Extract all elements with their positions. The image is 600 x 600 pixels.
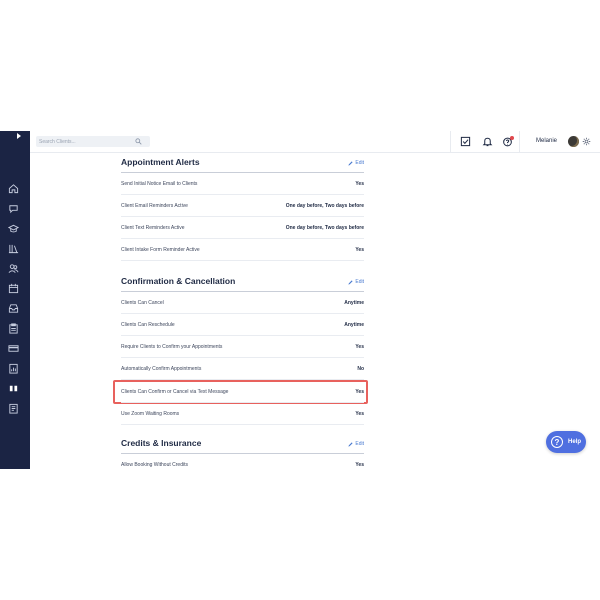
- setting-value: No: [357, 366, 364, 372]
- setting-row: Clients Can Cancel Anytime: [121, 292, 364, 314]
- billing-icon[interactable]: [8, 343, 19, 354]
- section-title-appointment-alerts: Appointment Alerts: [121, 157, 200, 167]
- setting-label: Allow Booking Without Credits: [121, 462, 188, 468]
- setting-label: Require Clients to Confirm your Appointm…: [121, 344, 223, 350]
- setting-label: Clients Can Cancel: [121, 300, 164, 306]
- setting-label: Send Initial Notice Email to Clients: [121, 181, 198, 187]
- search-box[interactable]: [36, 136, 150, 147]
- topbar-divider: [450, 131, 451, 153]
- setting-label: Client Text Reminders Active: [121, 225, 185, 231]
- pencil-icon: [348, 441, 353, 447]
- education-icon[interactable]: [8, 223, 19, 234]
- question-icon: ?: [551, 436, 563, 448]
- home-icon[interactable]: [8, 183, 19, 194]
- setting-row: Automatically Confirm Appointments No: [121, 358, 364, 380]
- setting-row: Clients Can Reschedule Anytime: [121, 314, 364, 336]
- section-title-confirmation-cancellation: Confirmation & Cancellation: [121, 276, 236, 286]
- edit-label: Edit: [355, 441, 364, 447]
- setting-row-text-message[interactable]: Clients Can Confirm or Cancel via Text M…: [121, 381, 364, 403]
- library-icon[interactable]: [8, 243, 19, 254]
- gear-icon[interactable]: [582, 137, 591, 146]
- setting-row: Send Initial Notice Email to Clients Yes: [121, 173, 364, 195]
- clipboard-icon[interactable]: [8, 323, 19, 334]
- setting-label: Clients Can Reschedule: [121, 322, 175, 328]
- setting-label: Automatically Confirm Appointments: [121, 366, 202, 372]
- setting-value: Yes: [355, 462, 364, 468]
- help-center-icon[interactable]: [502, 136, 514, 147]
- sidebar-toggle-icon[interactable]: [17, 133, 21, 139]
- setting-row: Client Email Reminders Active One day be…: [121, 195, 364, 217]
- task-checkbox-icon[interactable]: [460, 136, 471, 147]
- search-icon[interactable]: [135, 138, 142, 145]
- setting-value: Yes: [355, 247, 364, 253]
- setting-label: Client Email Reminders Active: [121, 203, 188, 209]
- bell-icon[interactable]: [482, 136, 493, 147]
- edit-label: Edit: [355, 160, 364, 166]
- setting-value: One day before, Two days before: [285, 203, 364, 209]
- help-label: Help: [568, 439, 582, 445]
- setting-value: Yes: [355, 344, 364, 350]
- calendar-icon[interactable]: [8, 283, 19, 294]
- reports-icon[interactable]: [8, 363, 19, 374]
- clients-icon[interactable]: [8, 263, 19, 274]
- chat-icon[interactable]: [8, 203, 19, 214]
- team-icon[interactable]: [8, 383, 19, 394]
- setting-row: Use Zoom Waiting Rooms Yes: [121, 403, 364, 425]
- edit-confirmation-cancellation-button[interactable]: Edit: [348, 279, 364, 285]
- edit-label: Edit: [355, 279, 364, 285]
- setting-row: Require Clients to Confirm your Appointm…: [121, 336, 364, 358]
- setting-value: Yes: [355, 389, 364, 395]
- setting-label: Clients Can Confirm or Cancel via Text M…: [121, 389, 229, 395]
- topbar-divider: [519, 131, 520, 153]
- documents-icon[interactable]: [8, 403, 19, 414]
- inbox-icon[interactable]: [8, 303, 19, 314]
- notification-dot: [510, 136, 514, 140]
- section-title-credits-insurance: Credits & Insurance: [121, 438, 202, 448]
- pencil-icon: [348, 160, 353, 166]
- app-window: Melanie Appointment Alerts Edit Send Ini…: [0, 131, 600, 469]
- search-input[interactable]: [39, 136, 131, 147]
- setting-value: One day before, Two days before: [285, 225, 364, 231]
- pencil-icon: [348, 279, 353, 285]
- setting-label: Use Zoom Waiting Rooms: [121, 411, 180, 417]
- setting-value: Anytime: [344, 300, 364, 306]
- help-button[interactable]: ? Help: [546, 431, 586, 453]
- setting-label: Client Intake Form Reminder Active: [121, 247, 200, 253]
- setting-row: Client Text Reminders Active One day bef…: [121, 217, 364, 239]
- avatar[interactable]: [568, 136, 579, 147]
- setting-value: Yes: [355, 411, 364, 417]
- setting-value: Anytime: [344, 322, 364, 328]
- sidebar: [0, 131, 30, 469]
- top-bar: Melanie: [30, 131, 600, 153]
- edit-appointment-alerts-button[interactable]: Edit: [348, 160, 364, 166]
- setting-row: Client Intake Form Reminder Active Yes: [121, 239, 364, 261]
- setting-row: Allow Booking Without Credits Yes: [121, 454, 364, 469]
- user-name[interactable]: Melanie: [536, 138, 557, 144]
- setting-value: Yes: [355, 181, 364, 187]
- edit-credits-insurance-button[interactable]: Edit: [348, 441, 364, 447]
